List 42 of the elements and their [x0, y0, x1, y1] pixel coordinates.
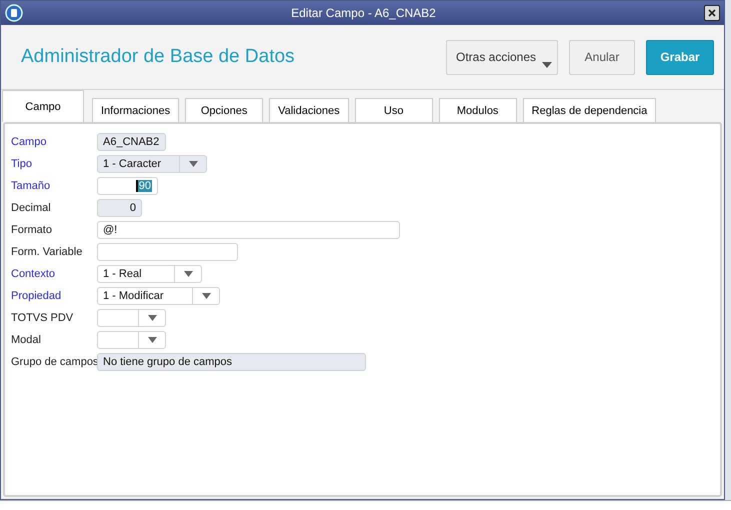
tab[interactable]: Validaciones: [269, 98, 349, 122]
dropdown-field[interactable]: 1 - Modificar: [97, 287, 220, 305]
field-label: Contexto: [11, 268, 56, 280]
input-field[interactable]: @!: [97, 221, 400, 239]
input-field[interactable]: [97, 243, 238, 261]
window-title: Editar Campo - A6_CNAB2: [290, 6, 437, 20]
tab[interactable]: Campo: [2, 90, 84, 122]
field-label: Propiedad: [11, 290, 62, 302]
field-label: Modal: [11, 334, 42, 346]
field-label: Form. Variable: [11, 246, 84, 258]
input-field[interactable]: A6_CNAB2: [97, 133, 166, 151]
input-field[interactable]: 0: [97, 199, 142, 217]
field-label: Tamaño: [11, 180, 52, 192]
tab[interactable]: Informaciones: [92, 98, 180, 122]
tab[interactable]: Opciones: [185, 98, 264, 122]
field-label: Campo: [11, 136, 48, 148]
close-button[interactable]: [704, 5, 720, 21]
field-label: Decimal: [11, 202, 52, 214]
page-title: Administrador de Base de Datos: [21, 46, 296, 68]
field-label: Grupo de campos: [11, 356, 97, 368]
input-field[interactable]: No tiene grupo de campos: [97, 353, 366, 371]
dropdown-field[interactable]: [97, 309, 166, 327]
dropdown-field[interactable]: [97, 331, 166, 349]
app-logo-icon: [5, 4, 23, 22]
dropdown-arrow-icon: [202, 293, 210, 299]
dropdown-arrow-icon: [184, 271, 192, 277]
field-label: Formato: [11, 224, 53, 236]
tab[interactable]: Reglas de dependencia: [522, 98, 656, 122]
caret-icon: [542, 62, 552, 68]
tab[interactable]: Uso: [354, 98, 433, 122]
tab[interactable]: Modulos: [438, 98, 517, 122]
dropdown-field[interactable]: 1 - Real: [97, 265, 202, 283]
field-label: TOTVS PDV: [11, 312, 74, 324]
dropdown-arrow-icon: [188, 161, 198, 167]
dropdown-field[interactable]: 1 - Caracter: [97, 155, 207, 173]
more-actions-button[interactable]: Otras acciones: [446, 40, 558, 74]
dropdown-arrow-icon: [148, 337, 156, 343]
cancel-button[interactable]: Anular: [569, 40, 635, 74]
input-field[interactable]: 90: [97, 177, 158, 195]
field-label: Tipo: [11, 158, 33, 170]
close-icon: [708, 9, 716, 17]
dropdown-arrow-icon: [148, 315, 156, 321]
